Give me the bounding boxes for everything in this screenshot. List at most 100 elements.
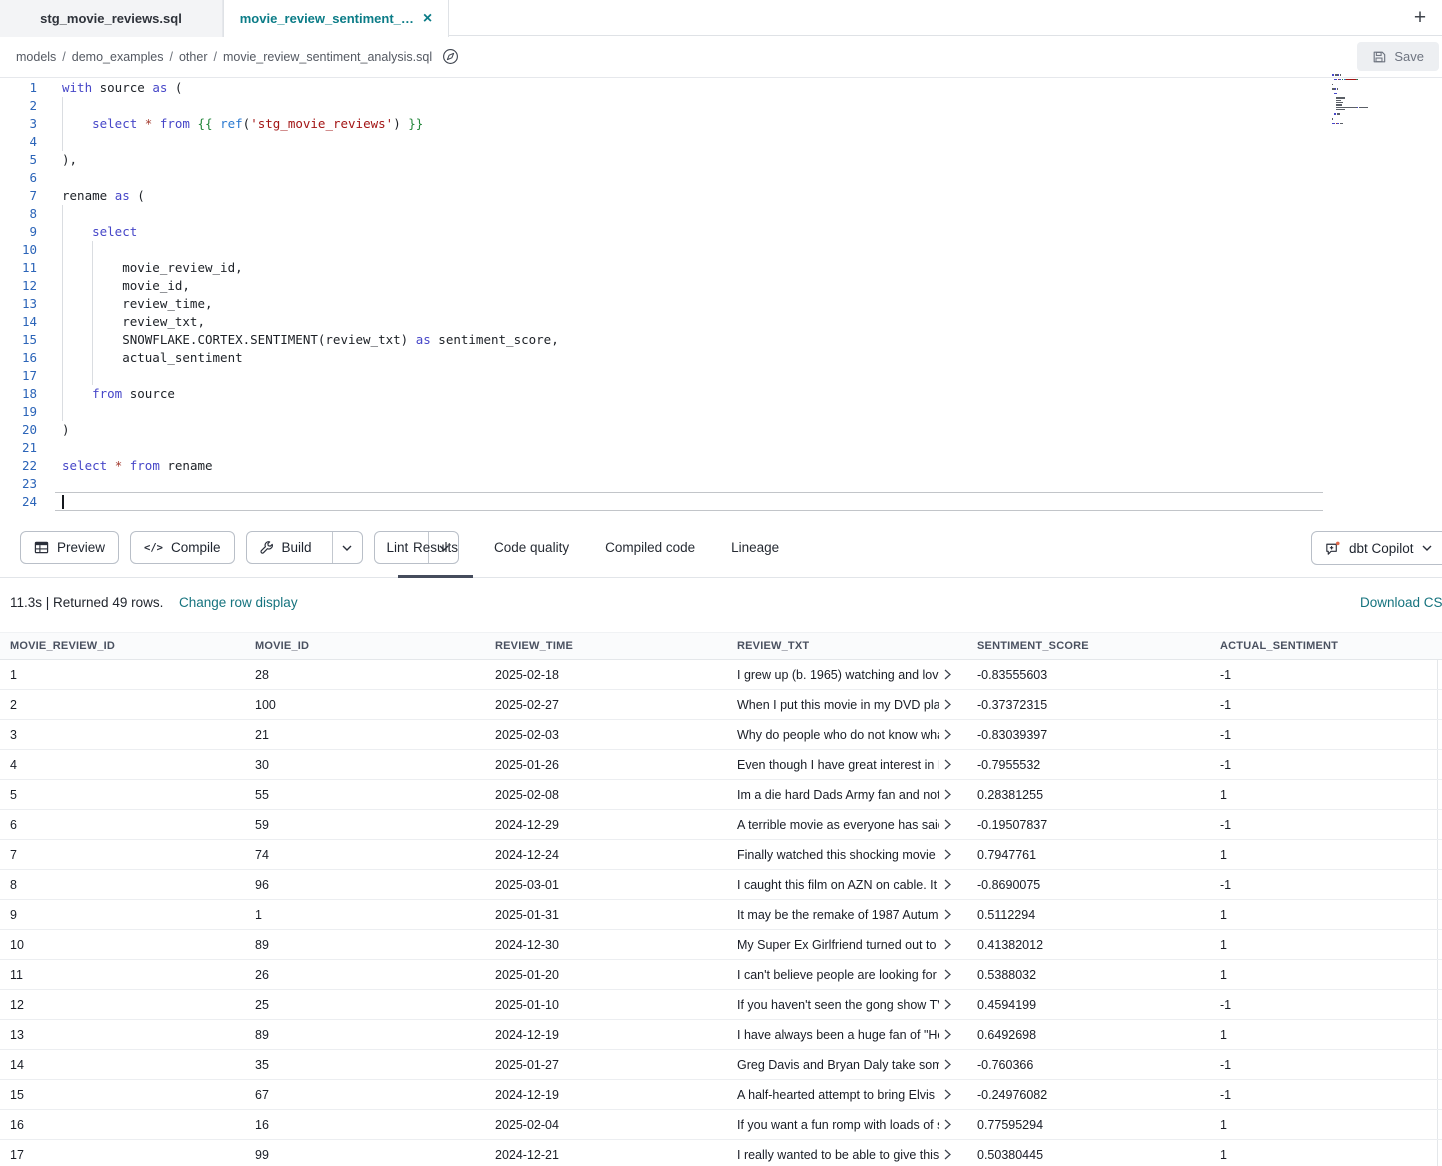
table-cell: 2025-02-18: [485, 660, 727, 689]
code-editor[interactable]: 1with source as (23 select * from {{ ref…: [0, 78, 1442, 518]
editor-minimap[interactable]: [1332, 74, 1436, 129]
table-cell: -0.760366: [967, 1050, 1210, 1079]
table-cell: 2025-02-08: [485, 780, 727, 809]
code-line: 12 movie_id,: [0, 277, 1325, 295]
table-cell: 2024-12-21: [485, 1140, 727, 1166]
expand-cell-icon[interactable]: [944, 1059, 951, 1070]
table-cell: -0.7955532: [967, 750, 1210, 779]
expand-cell-icon[interactable]: [944, 879, 951, 890]
expand-cell-icon[interactable]: [944, 699, 951, 710]
review-text: I really wanted to be able to give this …: [737, 1148, 939, 1162]
table-cell: 1: [0, 660, 245, 689]
tab-results[interactable]: Results: [413, 518, 458, 577]
table-row: 3212025-02-03Why do people who do not kn…: [0, 720, 1442, 750]
table-cell: 100: [245, 690, 485, 719]
table-cell: 1: [1210, 840, 1438, 869]
code-text: ),: [62, 151, 77, 169]
save-button[interactable]: Save: [1357, 42, 1439, 71]
code-line: 17: [0, 367, 1325, 385]
dbt-copilot-button[interactable]: dbt Copilot: [1311, 531, 1442, 565]
tab-lineage[interactable]: Lineage: [731, 518, 779, 577]
review-text: A half-hearted attempt to bring Elvis P…: [737, 1088, 939, 1102]
indent-guide: [62, 133, 63, 151]
expand-cell-icon[interactable]: [944, 999, 951, 1010]
new-tab-button[interactable]: +: [1407, 5, 1433, 31]
file-tab[interactable]: movie_review_sentiment_…×: [223, 0, 449, 37]
table-cell: 0.6492698: [967, 1020, 1210, 1049]
table-row: 13892024-12-19I have always been a huge …: [0, 1020, 1442, 1050]
code-line: 3 select * from {{ ref('stg_movie_review…: [0, 115, 1325, 133]
code-line: 11 movie_review_id,: [0, 259, 1325, 277]
preview-button[interactable]: Preview: [20, 531, 119, 564]
code-text: review_txt,: [62, 313, 205, 331]
table-cell: If you want a fun romp with loads of s…: [727, 1110, 967, 1139]
breadcrumb-separator: /: [170, 50, 173, 64]
table-cell: 0.4594199: [967, 990, 1210, 1019]
table-cell: -1: [1210, 660, 1438, 689]
file-tab[interactable]: stg_movie_reviews.sql: [0, 0, 223, 37]
change-row-display-link[interactable]: Change row display: [179, 595, 298, 610]
review-text: It may be the remake of 1987 Autumn'…: [737, 908, 939, 922]
chevron-down-icon: [342, 545, 352, 551]
column-header: SENTIMENT_SCORE: [967, 640, 1210, 652]
wrench-icon: [259, 540, 274, 555]
compile-button[interactable]: </> Compile: [130, 531, 235, 564]
download-csv-link[interactable]: Download CSV: [1360, 595, 1442, 610]
build-dropdown-button[interactable]: [332, 532, 362, 563]
line-number: 18: [0, 385, 37, 403]
table-cell: -1: [1210, 810, 1438, 839]
expand-cell-icon[interactable]: [944, 1089, 951, 1100]
table-cell: 1: [1210, 1140, 1438, 1166]
review-text: I can't believe people are looking for a…: [737, 968, 939, 982]
expand-cell-icon[interactable]: [944, 849, 951, 860]
review-text: Why do people who do not know what…: [737, 728, 939, 742]
expand-cell-icon[interactable]: [944, 819, 951, 830]
lint-label: Lint: [387, 540, 409, 555]
table-cell: 0.7947761: [967, 840, 1210, 869]
expand-cell-icon[interactable]: [944, 969, 951, 980]
copilot-label: dbt Copilot: [1349, 541, 1414, 556]
review-text: When I put this movie in my DVD playe…: [737, 698, 939, 712]
compass-icon[interactable]: [442, 48, 459, 65]
table-cell: 1: [1210, 930, 1438, 959]
query-summary: 11.3s | Returned 49 rows.: [10, 595, 163, 610]
table-row: 8962025-03-01I caught this film on AZN o…: [0, 870, 1442, 900]
table-cell: 2025-02-04: [485, 1110, 727, 1139]
tab-code-quality[interactable]: Code quality: [494, 518, 569, 577]
breadcrumb-separator: /: [62, 50, 65, 64]
expand-cell-icon[interactable]: [944, 1119, 951, 1130]
table-cell: -1: [1210, 870, 1438, 899]
copilot-chat-icon: [1324, 540, 1341, 557]
line-number: 7: [0, 187, 37, 205]
review-text: If you haven't seen the gong show TV s…: [737, 998, 939, 1012]
expand-cell-icon[interactable]: [944, 729, 951, 740]
table-row: 6592024-12-29A terrible movie as everyon…: [0, 810, 1442, 840]
table-row: 16162025-02-04If you want a fun romp wit…: [0, 1110, 1442, 1140]
table-cell: 96: [245, 870, 485, 899]
code-line: 13 review_time,: [0, 295, 1325, 313]
table-row: 21002025-02-27When I put this movie in m…: [0, 690, 1442, 720]
close-tab-icon[interactable]: ×: [423, 11, 432, 27]
minimap-line: [1332, 127, 1436, 129]
table-cell: 12: [0, 990, 245, 1019]
build-button[interactable]: Build: [247, 532, 324, 563]
table-cell: A half-hearted attempt to bring Elvis P…: [727, 1080, 967, 1109]
code-line: 23: [0, 475, 1325, 493]
tab-compiled-code[interactable]: Compiled code: [605, 518, 695, 577]
expand-cell-icon[interactable]: [944, 759, 951, 770]
table-cell: Finally watched this shocking movie la…: [727, 840, 967, 869]
expand-cell-icon[interactable]: [944, 909, 951, 920]
review-text: I have always been a huge fan of "Hom…: [737, 1028, 939, 1042]
line-number: 8: [0, 205, 37, 223]
review-text: Im a die hard Dads Army fan and nothi…: [737, 788, 939, 802]
code-text: movie_id,: [62, 277, 190, 295]
review-text: I grew up (b. 1965) watching and lovin…: [737, 668, 939, 682]
table-cell: -0.37372315: [967, 690, 1210, 719]
expand-cell-icon[interactable]: [944, 669, 951, 680]
code-line: 22select * from rename: [0, 457, 1325, 475]
table-cell: 30: [245, 750, 485, 779]
expand-cell-icon[interactable]: [944, 939, 951, 950]
expand-cell-icon[interactable]: [944, 789, 951, 800]
expand-cell-icon[interactable]: [944, 1029, 951, 1040]
expand-cell-icon[interactable]: [944, 1149, 951, 1160]
